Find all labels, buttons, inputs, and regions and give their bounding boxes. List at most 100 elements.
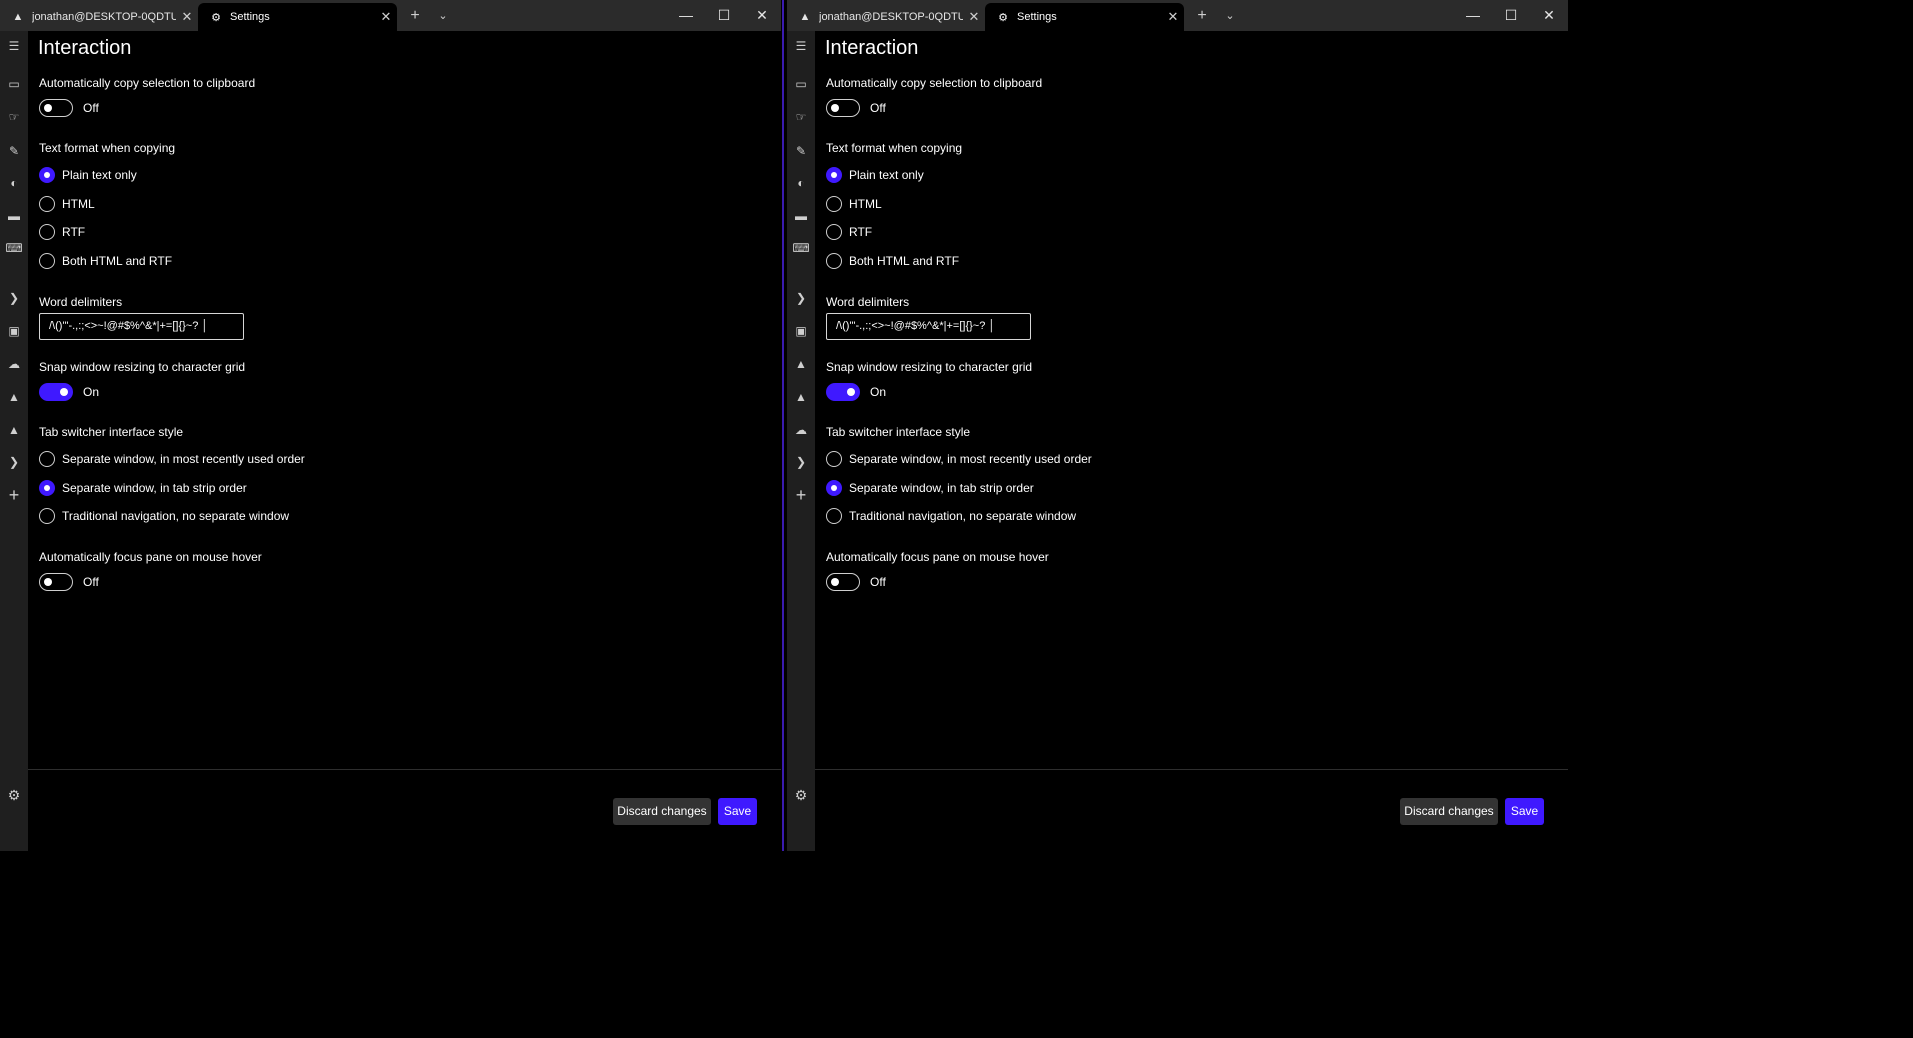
hamburger-menu-icon[interactable]: ☰	[790, 35, 812, 57]
hamburger-menu-icon[interactable]: ☰	[3, 35, 25, 57]
radio-tab-strip-order[interactable]	[826, 480, 842, 496]
close-tab-icon[interactable]: ✕	[1162, 9, 1184, 25]
focus-follow-mouse-toggle[interactable]	[39, 573, 73, 591]
gear-icon[interactable]: ⚙	[3, 784, 25, 806]
radio-label[interactable]: Both HTML and RTF	[849, 254, 959, 268]
radio-label[interactable]: Separate window, in tab strip order	[849, 481, 1034, 495]
azure-cloud-shell-profile-icon[interactable]: ☁	[3, 353, 25, 375]
radio-rtf[interactable]	[39, 224, 55, 240]
close-tab-icon[interactable]: ✕	[375, 9, 397, 25]
radio-tab-strip-order[interactable]	[39, 480, 55, 496]
radio-label[interactable]: Separate window, in most recently used o…	[62, 452, 305, 466]
radio-plain-text[interactable]	[826, 167, 842, 183]
save-button[interactable]: Save	[1505, 798, 1544, 825]
linux-profile-icon[interactable]: ▲	[3, 419, 25, 441]
tab-switcher-label: Tab switcher interface style	[39, 425, 184, 439]
close-window-button[interactable]: ✕	[1530, 0, 1568, 31]
radio-label[interactable]: RTF	[849, 225, 872, 239]
radio-label[interactable]: Separate window, in most recently used o…	[849, 452, 1092, 466]
tab-settings[interactable]: ⚙ Settings ✕	[985, 3, 1184, 31]
interaction-icon[interactable]: ☞	[3, 106, 25, 128]
new-tab-button[interactable]: +	[1191, 5, 1213, 27]
snap-resize-toggle[interactable]	[826, 383, 860, 401]
radio-label[interactable]: RTF	[62, 225, 85, 239]
tab-linux-session[interactable]: ▲ jonathan@DESKTOP-0QDTU1V: ✕	[787, 3, 985, 31]
discard-changes-button[interactable]: Discard changes	[1400, 798, 1498, 825]
gear-icon[interactable]: ⚙	[790, 784, 812, 806]
startup-icon[interactable]: ▭	[3, 73, 25, 95]
focus-follow-mouse-toggle[interactable]	[826, 573, 860, 591]
color-schemes-icon[interactable]: ◐	[3, 172, 25, 194]
title-bar[interactable]: ▲ jonathan@DESKTOP-0QDTU1V: ✕ ⚙ Settings…	[787, 0, 1568, 31]
rendering-icon[interactable]: ▬	[790, 205, 812, 227]
maximize-button[interactable]: ☐	[705, 0, 743, 31]
interaction-icon[interactable]: ☞	[790, 106, 812, 128]
word-delimiters-input[interactable]: /\()"'-.,:;<>~!@#$%^&*|+=[]{}~? │	[826, 313, 1031, 340]
chevron-down-icon[interactable]: ⌄	[1219, 5, 1241, 27]
radio-label[interactable]: Traditional navigation, no separate wind…	[62, 509, 289, 523]
copy-on-select-toggle[interactable]	[826, 99, 860, 117]
word-delimiters-input[interactable]: /\()"'-.,:;<>~!@#$%^&*|+=[]{}~? │	[39, 313, 244, 340]
powershell-core-profile-icon[interactable]: ❯	[3, 451, 25, 473]
azure-cloud-shell-profile-icon[interactable]: ☁	[790, 419, 812, 441]
radio-label[interactable]: Plain text only	[62, 168, 137, 182]
copy-on-select-toggle[interactable]	[39, 99, 73, 117]
rendering-icon[interactable]: ▬	[3, 205, 25, 227]
linux-profile-icon[interactable]: ▲	[790, 386, 812, 408]
radio-traditional-navigation[interactable]	[39, 508, 55, 524]
color-schemes-icon[interactable]: ◐	[790, 172, 812, 194]
close-tab-icon[interactable]: ✕	[963, 9, 985, 25]
powershell-core-profile-icon[interactable]: ❯	[790, 451, 812, 473]
powershell-profile-icon[interactable]: ❯	[3, 287, 25, 309]
radio-rtf[interactable]	[826, 224, 842, 240]
ubuntu-profile-icon[interactable]: ▲	[3, 386, 25, 408]
minimize-button[interactable]: —	[1454, 0, 1492, 31]
radio-label[interactable]: Plain text only	[849, 168, 924, 182]
appearance-icon[interactable]: ✎	[790, 140, 812, 162]
maximize-button[interactable]: ☐	[1492, 0, 1530, 31]
add-profile-icon[interactable]: +	[790, 484, 812, 506]
radio-mru-order[interactable]	[39, 451, 55, 467]
radio-label[interactable]: HTML	[62, 197, 95, 211]
radio-html[interactable]	[826, 196, 842, 212]
save-button[interactable]: Save	[718, 798, 757, 825]
appearance-icon[interactable]: ✎	[3, 140, 25, 162]
radio-label[interactable]: Separate window, in tab strip order	[62, 481, 247, 495]
radio-mru-order[interactable]	[826, 451, 842, 467]
radio-plain-text[interactable]	[39, 167, 55, 183]
command-prompt-profile-icon[interactable]: ▣	[790, 320, 812, 342]
copy-on-select-state: Off	[870, 101, 886, 115]
toggle-knob	[44, 104, 52, 112]
snap-resize-state: On	[83, 385, 100, 399]
focus-follow-mouse-state: Off	[870, 575, 886, 589]
close-window-button[interactable]: ✕	[743, 0, 781, 31]
actions-icon[interactable]: ⌨	[790, 237, 812, 259]
command-prompt-profile-icon[interactable]: ▣	[3, 320, 25, 342]
close-tab-icon[interactable]: ✕	[176, 9, 198, 25]
radio-both-html-rtf[interactable]	[826, 253, 842, 269]
radio-label[interactable]: Traditional navigation, no separate wind…	[849, 509, 1076, 523]
radio-label[interactable]: Both HTML and RTF	[62, 254, 172, 268]
settings-footer: Discard changes Save	[815, 769, 1568, 851]
radio-html[interactable]	[39, 196, 55, 212]
title-bar[interactable]: ▲ jonathan@DESKTOP-0QDTU1V: ✕ ⚙ Settings…	[0, 0, 781, 31]
discard-changes-button[interactable]: Discard changes	[613, 798, 711, 825]
chevron-down-icon[interactable]: ⌄	[432, 5, 454, 27]
add-profile-icon[interactable]: +	[3, 484, 25, 506]
new-tab-button[interactable]: +	[404, 5, 426, 27]
actions-icon[interactable]: ⌨	[3, 237, 25, 259]
linux-penguin-icon: ▲	[799, 11, 811, 23]
radio-label[interactable]: HTML	[849, 197, 882, 211]
tab-linux-session[interactable]: ▲ jonathan@DESKTOP-0QDTU1V: ✕	[0, 3, 198, 31]
startup-icon[interactable]: ▭	[790, 73, 812, 95]
copy-on-select-label: Automatically copy selection to clipboar…	[39, 76, 256, 90]
radio-traditional-navigation[interactable]	[826, 508, 842, 524]
ubuntu-profile-icon[interactable]: ▲	[790, 353, 812, 375]
minimize-button[interactable]: —	[667, 0, 705, 31]
tab-settings[interactable]: ⚙ Settings ✕	[198, 3, 397, 31]
powershell-profile-icon[interactable]: ❯	[790, 287, 812, 309]
toggle-knob	[831, 578, 839, 586]
focus-follow-mouse-label: Automatically focus pane on mouse hover	[39, 550, 262, 564]
snap-resize-toggle[interactable]	[39, 383, 73, 401]
radio-both-html-rtf[interactable]	[39, 253, 55, 269]
